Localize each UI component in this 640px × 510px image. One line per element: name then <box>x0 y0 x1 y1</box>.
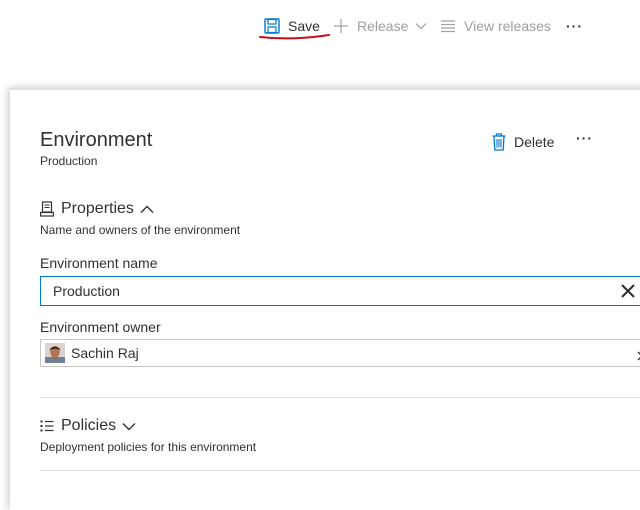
policies-section-toggle[interactable]: Policies <box>40 415 136 437</box>
view-releases-button[interactable]: View releases <box>440 14 551 38</box>
properties-icon <box>40 201 54 217</box>
list-icon <box>440 19 456 33</box>
properties-section-toggle[interactable]: Properties <box>40 198 154 220</box>
chevron-up-icon <box>140 205 154 214</box>
avatar <box>45 343 65 363</box>
trash-icon <box>492 133 506 151</box>
chevron-down-icon <box>122 422 136 431</box>
release-label: Release <box>357 18 409 34</box>
delete-button[interactable]: Delete <box>492 132 554 152</box>
owner-name: Sachin Raj <box>71 345 139 361</box>
top-toolbar: Save Release View releases ··· <box>0 0 640 88</box>
environment-name-label: Environment name <box>40 255 158 271</box>
divider <box>40 397 640 398</box>
delete-label: Delete <box>514 134 555 150</box>
page-title: Environment <box>40 129 153 151</box>
plus-icon <box>333 18 349 34</box>
environment-name-input[interactable] <box>53 277 573 305</box>
policies-description: Deployment policies for this environment <box>40 440 257 454</box>
environment-owner-label: Environment owner <box>40 319 161 335</box>
view-releases-label: View releases <box>464 18 551 34</box>
release-button[interactable]: Release <box>333 14 427 38</box>
chevron-down-icon <box>415 22 427 30</box>
environment-panel: Environment Production Delete ··· Proper… <box>10 88 640 510</box>
environment-name-field <box>40 276 640 306</box>
page-subtitle: Production <box>40 154 98 168</box>
divider <box>40 470 640 471</box>
properties-description: Name and owners of the environment <box>40 223 241 237</box>
environment-owner-field[interactable]: Sachin Raj <box>40 339 640 367</box>
more-options-icon: ··· <box>576 130 593 146</box>
policies-icon <box>40 420 54 432</box>
panel-more-button[interactable]: ··· <box>576 130 593 146</box>
save-underline-annotation <box>259 34 330 40</box>
clear-icon[interactable] <box>621 284 635 298</box>
more-options-icon: ··· <box>566 18 583 34</box>
toolbar-more-button[interactable]: ··· <box>566 14 583 38</box>
properties-title: Properties <box>61 200 134 217</box>
policies-title: Policies <box>61 417 117 434</box>
